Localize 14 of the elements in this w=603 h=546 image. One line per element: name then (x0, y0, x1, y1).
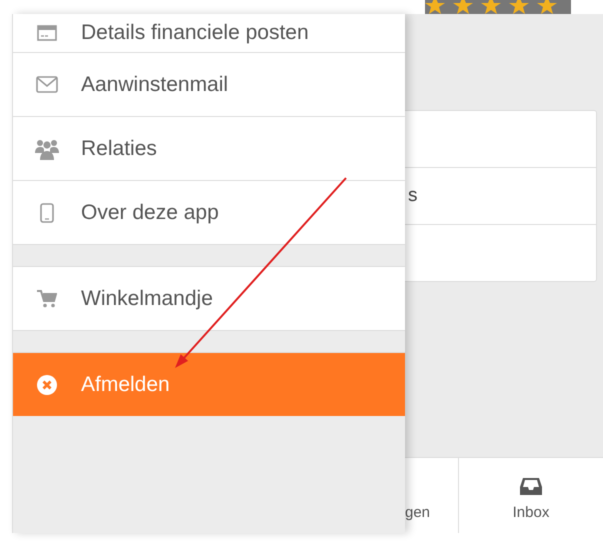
menu-item[interactable]: Over deze app (13, 181, 405, 245)
list-item-text: s (408, 185, 418, 207)
menu-item[interactable]: Winkelmandje (13, 267, 405, 331)
menu-item[interactable]: Relaties (13, 117, 405, 181)
close-icon (37, 374, 57, 394)
menu-item[interactable]: Aanwinstenmail (13, 53, 405, 117)
tablet-icon (40, 202, 54, 222)
menu-item[interactable]: Details financiele posten (13, 14, 405, 53)
cart-icon (37, 290, 57, 308)
mail-icon (36, 76, 58, 93)
card-icon (37, 25, 57, 41)
nav-tab[interactable]: Inbox (459, 458, 603, 533)
inbox-icon (520, 477, 542, 496)
people-icon (35, 138, 59, 160)
